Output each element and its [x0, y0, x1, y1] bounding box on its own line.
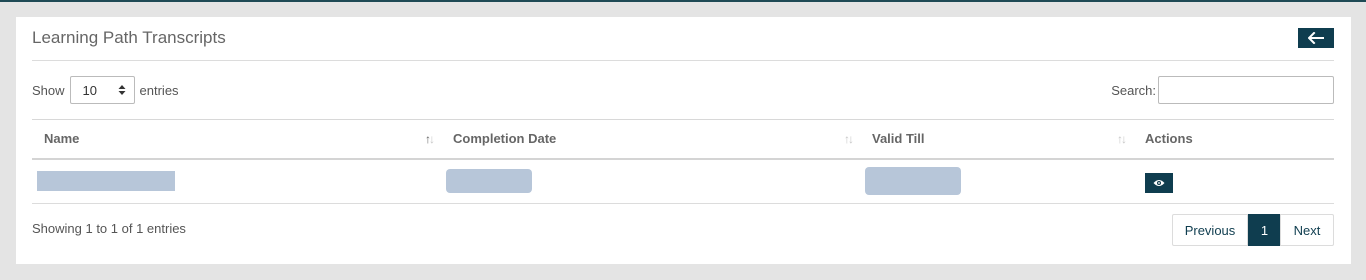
redacted-valid-till [865, 167, 961, 196]
show-label: Show [32, 82, 65, 98]
search-label: Search: [1111, 82, 1156, 98]
entries-select[interactable]: 10 [69, 76, 135, 104]
column-header-actions: Actions [1133, 119, 1334, 160]
entries-select-value: 10 [82, 82, 97, 98]
transcripts-table: Name ↑↓ Completion Date ↑↓ Valid Till ↑↓… [32, 119, 1334, 204]
table-info: Showing 1 to 1 of 1 entries [32, 221, 186, 236]
arrow-left-icon [1308, 32, 1324, 44]
eye-icon [1153, 179, 1165, 187]
sort-icon: ↑↓ [1117, 132, 1127, 146]
page-title: Learning Path Transcripts [32, 28, 226, 47]
sort-icon: ↑↓ [844, 132, 854, 146]
column-label: Valid Till [872, 131, 925, 147]
sort-asc-icon: ↑↓ [425, 132, 435, 146]
table-row [32, 158, 1334, 204]
search-input[interactable] [1158, 76, 1334, 104]
previous-page-button[interactable]: Previous [1172, 214, 1248, 246]
page-1-button[interactable]: 1 [1248, 214, 1281, 246]
search-control: Search: [1111, 76, 1334, 104]
entries-length-control: Show 10 entries [32, 76, 179, 104]
cell-actions [1133, 158, 1334, 204]
column-header-name[interactable]: Name ↑↓ [32, 119, 441, 160]
entries-label: entries [139, 82, 179, 98]
table-header-row: Name ↑↓ Completion Date ↑↓ Valid Till ↑↓… [32, 119, 1334, 160]
redacted-name [37, 171, 175, 192]
pagination: Previous 1 Next [1172, 214, 1334, 246]
column-label: Completion Date [453, 131, 557, 147]
column-label: Name [44, 131, 80, 147]
transcripts-panel: Learning Path Transcripts Show 10 entrie… [16, 17, 1351, 264]
next-page-button[interactable]: Next [1280, 214, 1334, 246]
redacted-completion-date [446, 169, 532, 194]
cell-name [32, 158, 441, 204]
column-header-valid-till[interactable]: Valid Till ↑↓ [860, 119, 1133, 160]
column-header-completion-date[interactable]: Completion Date ↑↓ [441, 119, 860, 160]
cell-valid-till [860, 158, 1133, 204]
back-button[interactable] [1298, 28, 1334, 48]
cell-completion-date [441, 158, 860, 204]
sort-updown-icon [118, 84, 126, 96]
panel-header: Learning Path Transcripts [32, 17, 1334, 61]
view-button[interactable] [1145, 173, 1173, 194]
column-label: Actions [1145, 131, 1193, 147]
